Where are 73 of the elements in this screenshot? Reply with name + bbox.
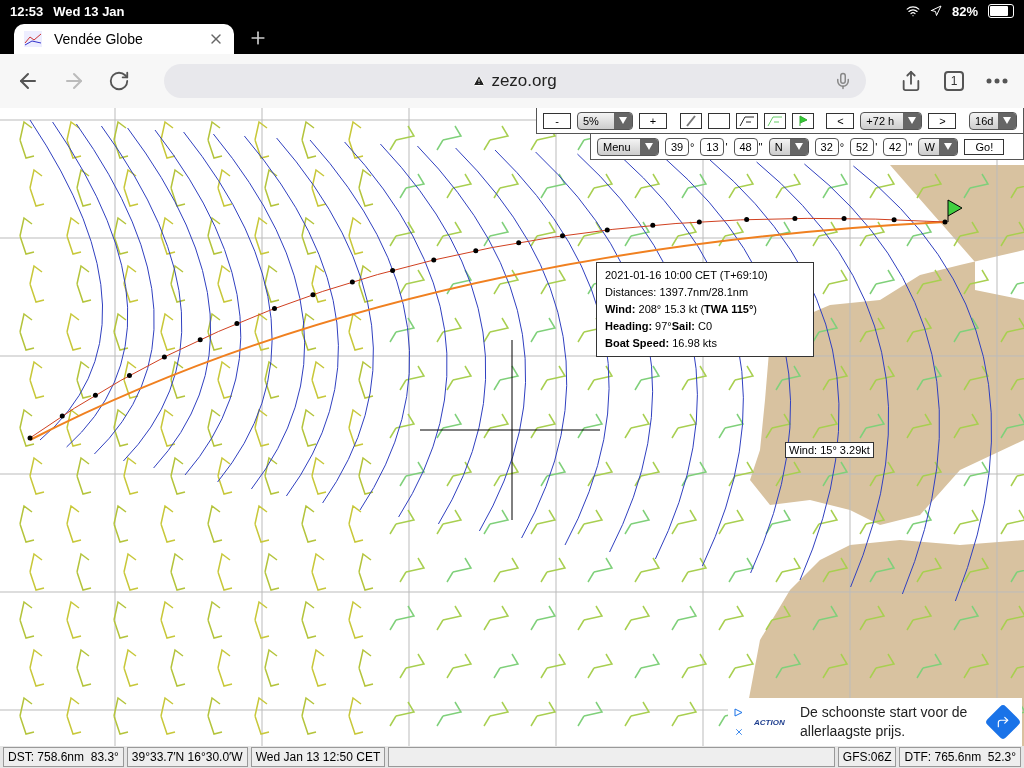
zoom-select[interactable]: 5% [577,111,633,130]
latitude-field[interactable]: 48 [733,137,758,156]
caret-icon [939,138,958,155]
curve-tool-button[interactable] [735,112,758,129]
unit-symbol: ' [725,140,728,153]
longitude-field[interactable]: 32 [814,137,839,156]
zoom-in-button[interactable]: + [639,112,667,129]
caret-icon [789,138,808,155]
status-field: GFS:06Z [837,747,897,767]
diagonal-line-icon [685,114,696,127]
status-field: DST: 758.6nm 83.3° [3,747,124,767]
tooltip-line: Boat Speed: 16.98 kts [605,336,718,351]
ad-text: De schoonste start voor de allerlaagste prijs. [800,703,969,741]
location-arrow-icon [929,5,942,17]
hemisphere-select[interactable]: N [768,137,809,156]
hemisphere-select[interactable]: W [918,137,959,156]
curve-icon [766,114,783,127]
address-bar[interactable]: zezo.org [164,64,866,98]
tooltip-line: 2021-01-16 10:00 CET (T+69:10) [605,268,769,283]
play-icon[interactable] [734,707,743,717]
tooltip-line: Distances: 1397.7nm/28.1nm [605,285,750,300]
flag-icon [797,114,808,127]
ad-logo: ACTION [754,717,786,727]
longitude-field[interactable]: 42 [883,137,908,156]
reload-button[interactable] [108,70,130,92]
flag-tool-button[interactable] [791,112,814,129]
url-text: zezo.org [491,71,557,91]
caret-icon [640,138,658,155]
go-button[interactable]: Go! [964,138,1005,155]
route-tool-button[interactable] [679,112,702,129]
caret-icon [998,112,1016,129]
tab-title: Vendée Globe [54,31,144,47]
status-date: Wed 13 Jan [53,3,125,19]
previous-button[interactable]: < [826,112,855,129]
close-icon[interactable] [734,726,744,737]
unit-symbol: ° [690,140,695,153]
unit-symbol: '' [758,140,763,153]
unit-symbol: '' [908,140,913,153]
curve-tool-button[interactable] [763,112,786,129]
chart-favicon-icon [24,31,42,47]
status-field: DTF: 765.6nm 52.3° [899,747,1021,767]
weather-map-drawing[interactable] [0,108,1024,746]
time-offset-select[interactable]: +72 h [860,111,923,130]
latitude-field[interactable]: 13 [700,137,725,156]
tooltip-line: Wind: 208° 15.3 kt (TWA 115°) [605,302,758,317]
tab-count-button[interactable]: 1 [944,71,964,91]
more-icon [986,78,1008,84]
warning-icon [473,75,486,87]
battery-percent: 82% [951,3,978,19]
longitude-field[interactable]: 52 [850,137,875,156]
browser-tab[interactable]: Vendée Globe [14,24,234,54]
unit-symbol: ' [875,140,878,153]
next-button[interactable]: > [928,112,957,129]
zoom-out-button[interactable]: - [543,112,571,129]
clock-time: 12:53 [10,3,44,19]
wifi-icon [905,4,920,18]
status-field: Wed Jan 13 12:50 CET [250,747,386,767]
microphone-icon[interactable] [834,72,852,90]
blank-tool-button[interactable] [707,112,730,129]
caret-icon [903,112,922,129]
battery-icon [988,4,1014,18]
more-button[interactable] [986,78,1008,84]
status-field: 39°33.7′N 16°30.0′W [126,747,248,767]
curve-icon [738,114,755,127]
advertisement-banner[interactable]: ACTION De schoonste start voor de allerlaagste prijs. [728,698,1022,746]
tooltip-line: Heading: 97°Sail: C0 [605,319,714,334]
unit-symbol: ° [839,140,845,153]
caret-icon [614,112,632,129]
menu-select[interactable]: Menu [597,137,659,156]
range-select[interactable]: 16d [969,111,1017,130]
wind-label: Wind: 15° 3.29kt [785,442,874,458]
share-button[interactable] [900,70,922,92]
latitude-field[interactable]: 39 [665,137,689,156]
